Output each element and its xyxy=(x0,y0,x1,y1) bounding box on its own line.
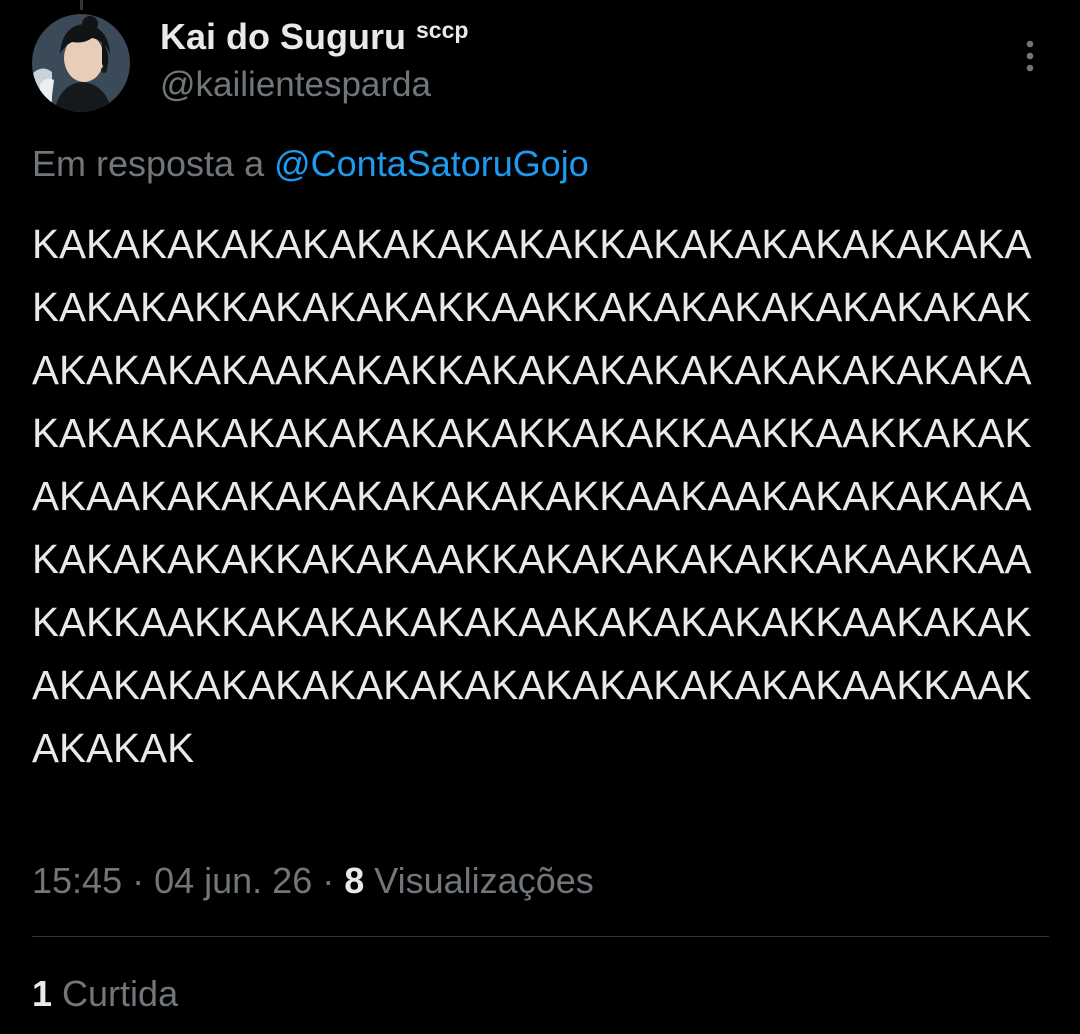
avatar-image xyxy=(32,14,130,112)
likes-label: Curtida xyxy=(52,973,179,1014)
reply-context-prefix: Em resposta a xyxy=(32,143,275,184)
thread-connector-line xyxy=(80,0,83,10)
likes-count: 1 xyxy=(32,973,53,1014)
reply-context: Em resposta a @ContaSatoruGojo xyxy=(32,142,589,186)
author-display-name[interactable]: Kai do Suguru xyxy=(160,14,406,60)
more-options-button[interactable] xyxy=(1008,34,1052,78)
author-name-tag: sccp xyxy=(416,17,469,43)
author-username[interactable]: @kailientesparda xyxy=(160,64,431,106)
more-vertical-icon xyxy=(1026,40,1034,72)
tweet-date[interactable]: 04 jun. 26 xyxy=(154,860,312,901)
views-label: Visualizações xyxy=(364,860,594,901)
meta-separator: · xyxy=(122,860,155,901)
author-name-row[interactable]: Kai do Suguru sccp xyxy=(160,14,468,60)
divider xyxy=(32,936,1049,937)
views-count: 8 xyxy=(344,860,365,901)
avatar[interactable] xyxy=(32,14,130,112)
likes-link[interactable]: 1 Curtida xyxy=(32,972,178,1016)
reply-mention-link[interactable]: @ContaSatoruGojo xyxy=(274,143,589,184)
tweet-time[interactable]: 15:45 xyxy=(32,860,122,901)
meta-separator: · xyxy=(312,860,345,901)
tweet-text: KAKAKAKAKAKAKAKAKAKAKKAKAKAKAKAKAKAKAKAK… xyxy=(32,221,1032,771)
tweet-meta: 15:45 · 04 jun. 26 · 8 Visualizações xyxy=(32,859,594,903)
